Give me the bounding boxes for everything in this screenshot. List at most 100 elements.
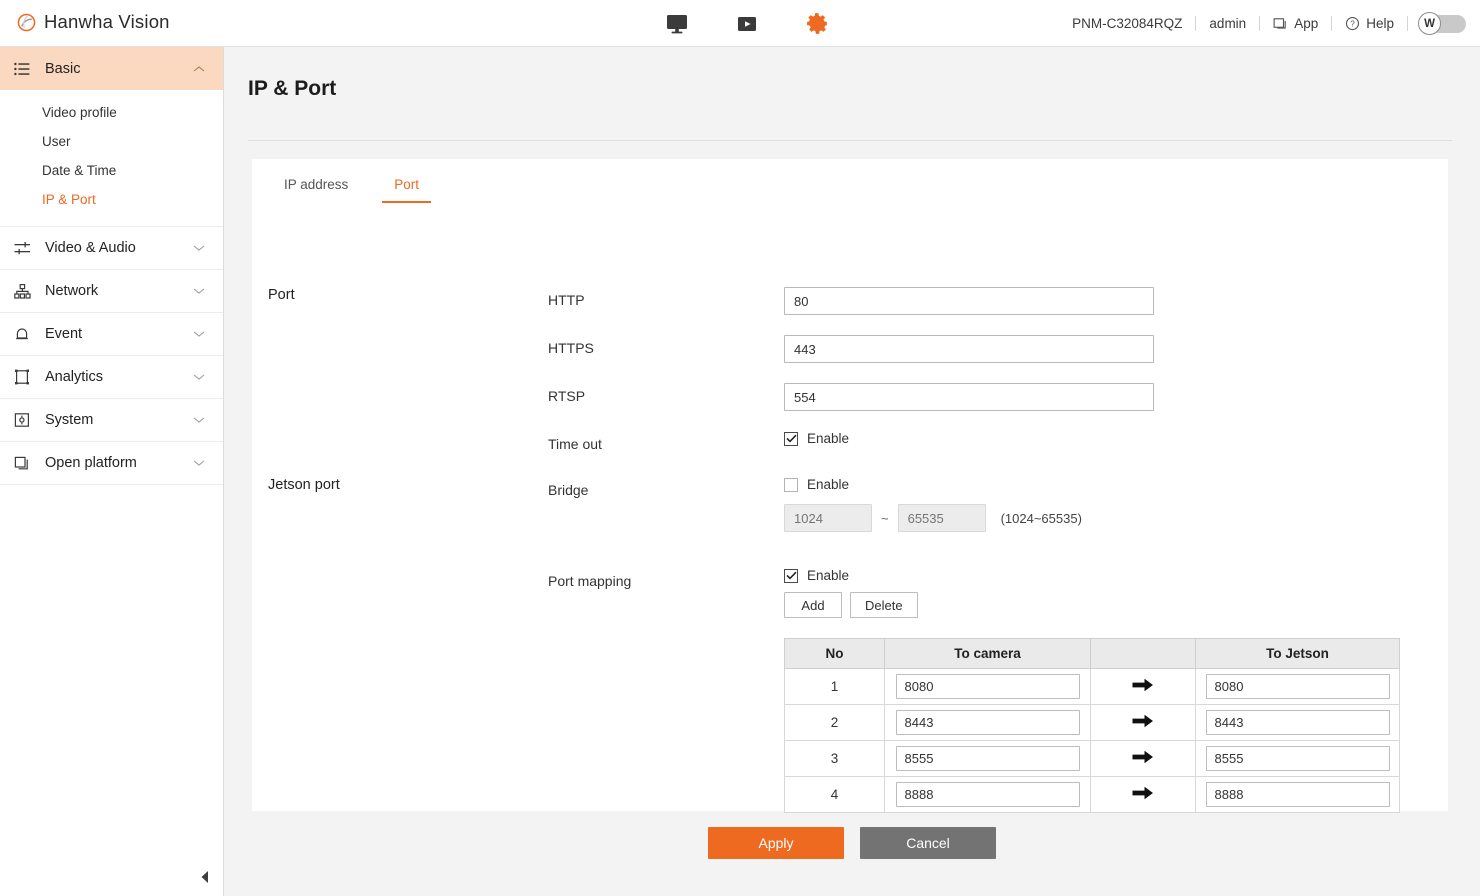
monitor-icon[interactable] [660,7,694,41]
app-button[interactable]: App [1260,16,1331,31]
help-button[interactable]: ? Help [1332,16,1407,31]
sidebar-group-label: Video & Audio [45,240,136,256]
sidebar-group-label: System [45,412,94,428]
bridge-enable-checkbox[interactable] [784,477,798,492]
bridge-label: Bridge [548,482,589,498]
sliders-icon [14,241,38,256]
check-icon [785,434,797,443]
http-port-input[interactable] [784,287,1154,315]
port-mapping-enable-checkbox[interactable] [784,568,798,583]
chevron-down-icon [193,239,205,257]
chevron-down-icon [193,282,205,300]
system-icon [14,412,38,428]
avatar: W [1418,12,1441,35]
gear-icon[interactable] [800,7,834,41]
title-divider [248,140,1452,141]
column-header-spacer [1090,638,1196,669]
range-dash: ~ [881,510,889,526]
to-jetson-input[interactable] [1205,746,1390,771]
cancel-button[interactable]: Cancel [860,827,996,859]
tab-label: Port [394,177,420,192]
apply-button[interactable]: Apply [708,827,844,859]
port-section-title: Port [268,287,295,303]
to-jetson-input[interactable] [1205,674,1390,699]
sidebar-group-open-platform[interactable]: Open platform [0,442,223,485]
sidebar-group-label: Network [45,283,99,299]
hanwha-logo-icon [17,13,36,31]
arrow-right-icon [1090,776,1196,813]
page-title: IP & Port [248,77,337,100]
question-circle-icon: ? [1346,16,1360,31]
divider [1407,16,1408,31]
sidebar-item-video-profile[interactable]: Video profile [0,98,223,127]
table-row[interactable]: 2 [784,704,1400,741]
rtsp-label: RTSP [548,388,586,404]
to-jetson-input[interactable] [1205,782,1390,807]
bridge-range-hint: (1024~65535) [1000,510,1082,526]
sidebar-group-label: Event [45,326,83,342]
help-label: Help [1366,16,1394,31]
top-bar: Hanwha Vision PNM-C32084RQZ admin App ? … [0,0,1480,47]
port-section: Port HTTP HTTPS RTSP [252,287,1448,472]
table-row[interactable]: 1 [784,668,1400,705]
sidebar-group-event[interactable]: Event [0,313,223,356]
top-nav-icons [660,0,834,47]
table-header-row: No To camera To Jetson [784,638,1400,669]
sidebar-item-user[interactable]: User [0,127,223,156]
to-jetson-cell [1195,668,1400,705]
bridge-range-end-input[interactable] [897,504,986,532]
sidebar-item-ip-port[interactable]: IP & Port [0,185,223,214]
column-header-to-camera: To camera [884,638,1091,669]
tab-ip-address[interactable]: IP address [272,177,360,203]
to-camera-input[interactable] [895,782,1080,807]
sidebar-item-date-time[interactable]: Date & Time [0,156,223,185]
sidebar: Basic Video profile User Date & Time IP … [0,47,224,896]
row-number: 1 [784,668,885,705]
tab-label: IP address [284,177,349,192]
rtsp-port-input[interactable] [784,383,1154,411]
sidebar-group-network[interactable]: Network [0,270,223,313]
list-icon [14,62,38,76]
brand-logo[interactable]: Hanwha Vision [16,11,170,33]
https-port-input[interactable] [784,335,1154,363]
row-number: 3 [784,740,885,777]
to-camera-input[interactable] [895,746,1080,771]
app-window-icon [1273,18,1286,29]
add-button[interactable]: Add [784,592,842,618]
sidebar-group-basic[interactable]: Basic [0,47,223,90]
sidebar-group-system[interactable]: System [0,399,223,442]
sidebar-group-video-audio[interactable]: Video & Audio [0,227,223,270]
user-avatar-toggle[interactable]: W [1418,12,1466,35]
to-camera-input[interactable] [895,674,1080,699]
tab-port[interactable]: Port [382,177,431,203]
play-icon[interactable] [730,7,764,41]
to-camera-input[interactable] [895,710,1080,735]
row-number: 4 [784,776,885,813]
https-label: HTTPS [548,340,594,356]
svg-text:?: ? [1351,20,1356,29]
timeout-enable-row: Enable [784,431,1448,446]
brand-name: Hanwha Vision [44,11,170,32]
timeout-label: Time out [548,436,602,452]
sidebar-group-label: Basic [45,60,81,77]
timeout-enable-checkbox[interactable] [784,431,798,446]
port-mapping-enable-row: Enable [784,568,1448,583]
column-header-no: No [784,638,885,669]
timeout-enable-label: Enable [807,431,850,446]
port-mapping-enable-label: Enable [807,568,850,583]
jetson-section-title: Jetson port [268,477,340,493]
sidebar-collapse-button[interactable] [195,866,213,888]
http-label: HTTP [548,292,585,308]
port-mapping-table: No To camera To Jetson 1 8080 8080 2 844… [784,638,1400,813]
bridge-range-start-input[interactable] [784,504,872,532]
chevron-down-icon [193,411,205,429]
row-number: 2 [784,704,885,741]
network-icon [14,283,38,299]
sidebar-item-label: Video profile [42,105,117,120]
table-row[interactable]: 4 [784,776,1400,813]
sidebar-group-analytics[interactable]: Analytics [0,356,223,399]
to-jetson-input[interactable] [1205,710,1390,735]
to-camera-cell [884,668,1091,705]
table-row[interactable]: 3 [784,740,1400,777]
delete-button[interactable]: Delete [850,592,918,618]
